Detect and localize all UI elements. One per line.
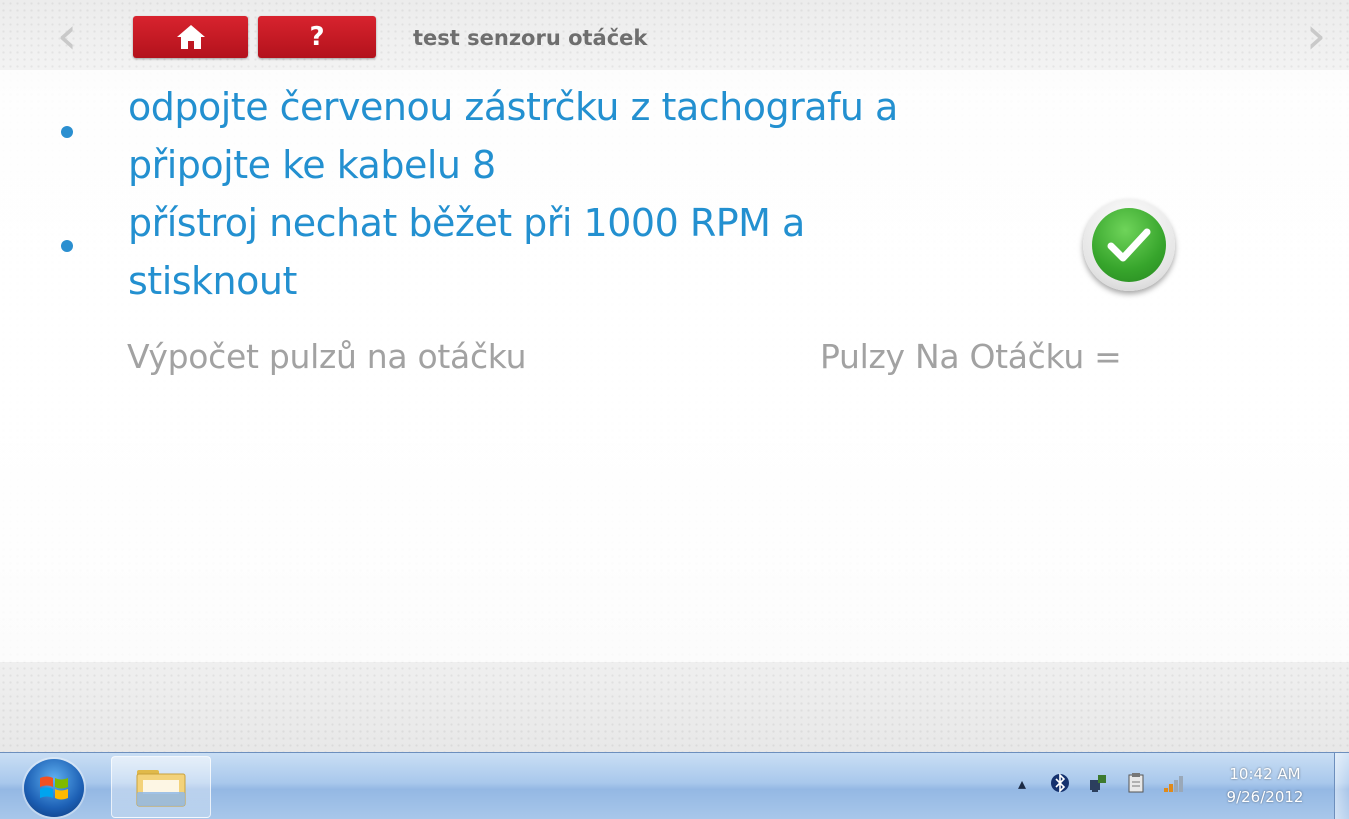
clipboard-icon[interactable] bbox=[1124, 771, 1148, 795]
help-label: ? bbox=[309, 22, 325, 52]
pulses-per-rev-label: Pulzy Na Otáčku = bbox=[820, 337, 1122, 376]
bullet-icon bbox=[61, 240, 73, 252]
instruction-1: odpojte červenou zástrčku z tachografu a… bbox=[128, 85, 898, 187]
forward-chevron-icon[interactable]: › bbox=[1299, 10, 1333, 62]
folder-icon bbox=[136, 770, 186, 807]
main-content: ‹ › ? test senzoru otáček odpojte červen… bbox=[0, 0, 1349, 752]
taskbar-clock[interactable]: 10:42 AM 9/26/2012 bbox=[1220, 763, 1310, 809]
system-tray: ▴ bbox=[1010, 771, 1186, 795]
signal-icon[interactable] bbox=[1162, 771, 1186, 795]
windows-logo-icon bbox=[40, 776, 68, 800]
ok-button-face bbox=[1092, 208, 1166, 282]
page-title: test senzoru otáček bbox=[413, 26, 648, 50]
explorer-taskbar-button[interactable] bbox=[111, 756, 211, 818]
show-desktop-button[interactable] bbox=[1334, 753, 1349, 819]
taskbar: ▴ 10:42 AM 9/26/2012 bbox=[0, 752, 1349, 819]
back-chevron-icon[interactable]: ‹ bbox=[50, 10, 84, 62]
clock-date: 9/26/2012 bbox=[1226, 788, 1304, 806]
calc-pulses-label: Výpočet pulzů na otáčku bbox=[127, 337, 527, 376]
start-button[interactable] bbox=[24, 759, 84, 817]
bullet-icon bbox=[61, 126, 73, 138]
home-button[interactable] bbox=[133, 16, 248, 58]
instruction-2: přístroj nechat běžet při 1000 RPM a sti… bbox=[128, 201, 805, 303]
home-icon bbox=[176, 25, 205, 49]
checkmark-icon bbox=[1107, 228, 1151, 262]
network-device-icon[interactable] bbox=[1086, 771, 1110, 795]
help-button[interactable]: ? bbox=[258, 16, 376, 58]
app-window: ‹ › ? test senzoru otáček odpojte červen… bbox=[0, 0, 1349, 752]
show-hidden-icon[interactable]: ▴ bbox=[1010, 771, 1034, 795]
bluetooth-icon[interactable] bbox=[1048, 771, 1072, 795]
clock-time: 10:42 AM bbox=[1229, 765, 1301, 783]
ok-button[interactable] bbox=[1083, 199, 1175, 291]
